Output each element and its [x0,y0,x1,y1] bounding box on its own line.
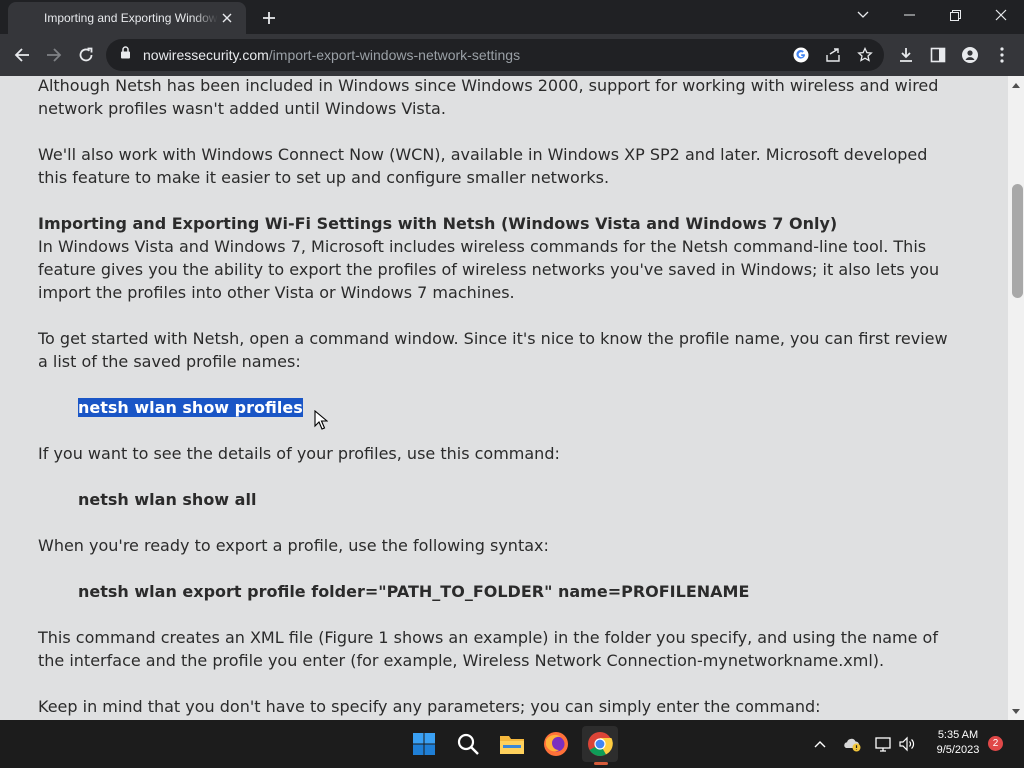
chrome-icon[interactable] [582,726,618,762]
onedrive-warning-icon[interactable] [842,734,862,754]
tab-title: Importing and Exporting Windows Network … [44,11,218,25]
firefox-icon[interactable] [538,726,574,762]
search-icon[interactable] [450,726,486,762]
article-paragraph: To get started with Netsh, open a comman… [38,329,948,371]
new-tab-icon[interactable] [258,7,280,29]
share-icon[interactable] [824,46,842,64]
web-page: Although Netsh has been included in Wind… [0,76,1008,720]
article-paragraph: In Windows Vista and Windows 7, Microsof… [38,237,940,302]
browser-tab[interactable]: Importing and Exporting Windows Network … [8,2,246,34]
command-snippet: netsh wlan export profile folder="PATH_T… [78,582,750,601]
command-snippet: netsh wlan show profiles [78,396,958,419]
show-hidden-icons-chevron-icon[interactable] [810,734,830,754]
article-paragraph: This command creates an XML file (Figure… [38,628,938,670]
scroll-down-icon[interactable] [1008,704,1024,718]
browser-toolbar: nowiressecurity.com/import-export-window… [0,34,1024,76]
close-window-icon[interactable] [978,0,1024,30]
lock-icon[interactable] [120,46,131,64]
scrollbar[interactable] [1008,76,1024,720]
bookmark-star-icon[interactable] [856,46,874,64]
side-panel-icon[interactable] [925,42,951,68]
tab-close-icon[interactable] [218,9,236,27]
clock-date: 9/5/2023 [936,744,980,756]
article-paragraph: If you want to see the details of your p… [38,444,560,463]
article-body: Although Netsh has been included in Wind… [38,76,958,720]
menu-kebab-icon[interactable] [989,42,1015,68]
tab-strip: Importing and Exporting Windows Network … [0,0,1024,34]
article-paragraph: Although Netsh has been included in Wind… [38,76,939,118]
scrollbar-thumb[interactable] [1012,184,1023,298]
download-icon[interactable] [893,42,919,68]
network-icon[interactable] [874,734,894,754]
forward-icon[interactable] [41,42,67,68]
taskbar: 5:35 AM 9/5/2023 [0,720,1024,768]
profile-icon[interactable] [957,42,983,68]
article-paragraph: When you're ready to export a profile, u… [38,536,549,555]
mouse-cursor-icon [314,409,329,435]
scroll-up-icon[interactable] [1008,78,1024,92]
notification-badge[interactable]: 2 [988,736,1003,751]
clock-time: 5:35 AM [937,729,979,741]
system-clock[interactable]: 5:35 AM 9/5/2023 [928,728,988,758]
selected-command-text[interactable]: netsh wlan show profiles [78,398,303,417]
tab-search-chevron-icon[interactable] [840,0,886,30]
active-app-indicator [594,762,608,765]
file-explorer-icon[interactable] [494,726,530,762]
article-paragraph: We'll also work with Windows Connect Now… [38,145,928,187]
article-paragraph: Keep in mind that you don't have to spec… [38,697,821,716]
reload-icon[interactable] [73,42,99,68]
command-snippet: netsh wlan show all [78,490,257,509]
section-heading: Importing and Exporting Wi-Fi Settings w… [38,214,838,233]
url-text[interactable]: nowiressecurity.com/import-export-window… [143,47,520,63]
volume-icon[interactable] [897,734,917,754]
google-lens-icon[interactable] [792,46,810,64]
minimize-icon[interactable] [886,0,932,30]
restore-icon[interactable] [932,0,978,30]
address-bar[interactable]: nowiressecurity.com/import-export-window… [106,39,884,71]
start-icon[interactable] [406,726,442,762]
back-icon[interactable] [9,42,35,68]
